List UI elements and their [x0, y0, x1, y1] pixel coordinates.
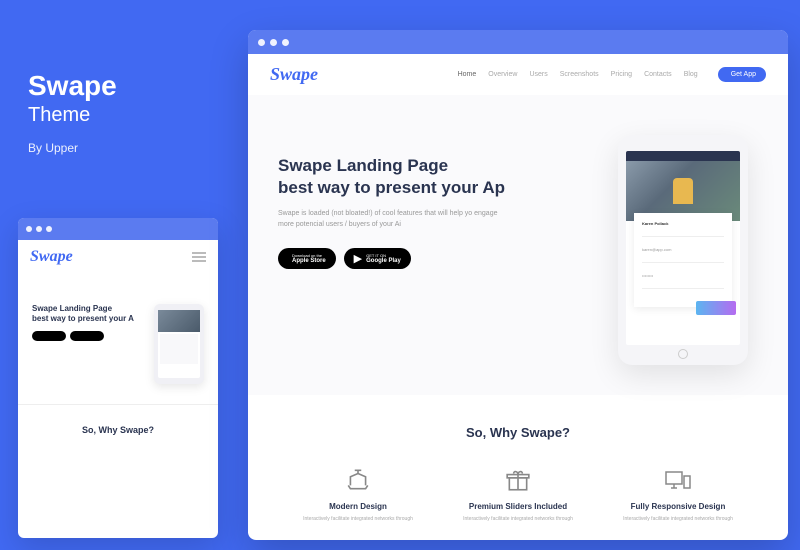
- main-nav: Swape Home Overview Users Screenshots Pr…: [248, 54, 788, 95]
- phone-mockup: [154, 304, 204, 384]
- features-title: So, Why Swape?: [278, 425, 758, 440]
- feature-desc: Interactively facilitate integrated netw…: [448, 516, 588, 523]
- form-name: Karen Pollack: [642, 221, 724, 226]
- desktop-titlebar: [248, 30, 788, 54]
- mobile-hero-text: Swape Landing Page best way to present y…: [32, 304, 154, 384]
- feature-title: Modern Design: [288, 502, 428, 511]
- feature-desc: Interactively facilitate integrated netw…: [288, 516, 428, 523]
- desktop-hero: Swape Landing Page best way to present y…: [248, 95, 788, 395]
- window-dot-icon: [258, 39, 265, 46]
- mobile-preview-window: Swape Swape Landing Page best way to pre…: [18, 218, 218, 538]
- feature-desc: Interactively facilitate integrated netw…: [608, 516, 748, 523]
- apple-label: Apple Store: [292, 258, 326, 264]
- nav-blog[interactable]: Blog: [684, 71, 698, 78]
- features-section: So, Why Swape? Modern Design Interactive…: [248, 395, 788, 533]
- feature-title: Premium Sliders Included: [448, 502, 588, 511]
- hero-text: Swape Landing Page best way to present y…: [278, 135, 618, 365]
- phone-hero-image: [626, 161, 740, 221]
- feature-title: Fully Responsive Design: [608, 502, 748, 511]
- features-row: Modern Design Interactively facilitate i…: [278, 466, 758, 523]
- apple-store-button[interactable]: [32, 331, 66, 341]
- play-icon: ▶: [354, 252, 362, 265]
- phone-mockup: Karen Pollack karen@app.com ••••••••: [618, 135, 748, 365]
- mobile-titlebar: [18, 218, 218, 240]
- nav-screenshots[interactable]: Screenshots: [560, 71, 599, 78]
- mobile-hero-line2: best way to present your A: [32, 314, 154, 324]
- nav-home[interactable]: Home: [458, 71, 477, 78]
- product-title: Swape: [28, 70, 117, 102]
- logo[interactable]: Swape: [30, 248, 73, 266]
- hero-subtitle: Swape is loaded (not bloated!) of cool f…: [278, 209, 498, 230]
- ship-icon: [288, 466, 428, 494]
- form-password: ••••••••: [642, 273, 724, 278]
- nav-contacts[interactable]: Contacts: [644, 71, 672, 78]
- feature-modern-design: Modern Design Interactively facilitate i…: [278, 466, 438, 523]
- hero-line1: Swape Landing Page: [278, 155, 618, 177]
- window-dot-icon: [46, 226, 52, 232]
- devices-icon: [608, 466, 748, 494]
- google-play-button[interactable]: ▶ GET IT ONGoogle Play: [344, 248, 411, 269]
- mobile-header: Swape: [18, 240, 218, 274]
- get-app-button[interactable]: Get App: [718, 67, 766, 82]
- google-play-button[interactable]: [70, 331, 104, 341]
- mobile-hero-line1: Swape Landing Page: [32, 304, 154, 314]
- phone-form-card: Karen Pollack karen@app.com ••••••••: [634, 213, 732, 307]
- store-buttons: Download on theApple Store ▶ GET IT ONGo…: [278, 248, 618, 269]
- window-dot-icon: [270, 39, 277, 46]
- form-email: karen@app.com: [642, 247, 724, 252]
- apple-store-button[interactable]: Download on theApple Store: [278, 248, 336, 269]
- product-author: By Upper: [28, 141, 117, 155]
- nav-pricing[interactable]: Pricing: [611, 71, 632, 78]
- product-subtitle: Theme: [28, 104, 117, 127]
- form-submit-button[interactable]: [696, 301, 736, 315]
- google-label: Google Play: [366, 258, 401, 264]
- mobile-section2: So, Why Swape?: [18, 404, 218, 455]
- desktop-preview-window: Swape Home Overview Users Screenshots Pr…: [248, 30, 788, 540]
- home-button-icon: [678, 349, 688, 359]
- window-dot-icon: [26, 226, 32, 232]
- feature-premium-sliders: Premium Sliders Included Interactively f…: [438, 466, 598, 523]
- mobile-section2-title: So, Why Swape?: [28, 425, 208, 435]
- feature-responsive: Fully Responsive Design Interactively fa…: [598, 466, 758, 523]
- nav-overview[interactable]: Overview: [488, 71, 517, 78]
- hamburger-icon[interactable]: [192, 252, 206, 262]
- mobile-store-buttons: [32, 331, 154, 341]
- hero-line2: best way to present your Ap: [278, 177, 618, 199]
- window-dot-icon: [282, 39, 289, 46]
- nav-users[interactable]: Users: [529, 71, 547, 78]
- logo[interactable]: Swape: [270, 64, 318, 85]
- gift-icon: [448, 466, 588, 494]
- product-label: Swape Theme By Upper: [28, 70, 117, 155]
- get-app-label: Get App: [731, 71, 756, 78]
- window-dot-icon: [36, 226, 42, 232]
- mobile-hero: Swape Landing Page best way to present y…: [18, 274, 218, 394]
